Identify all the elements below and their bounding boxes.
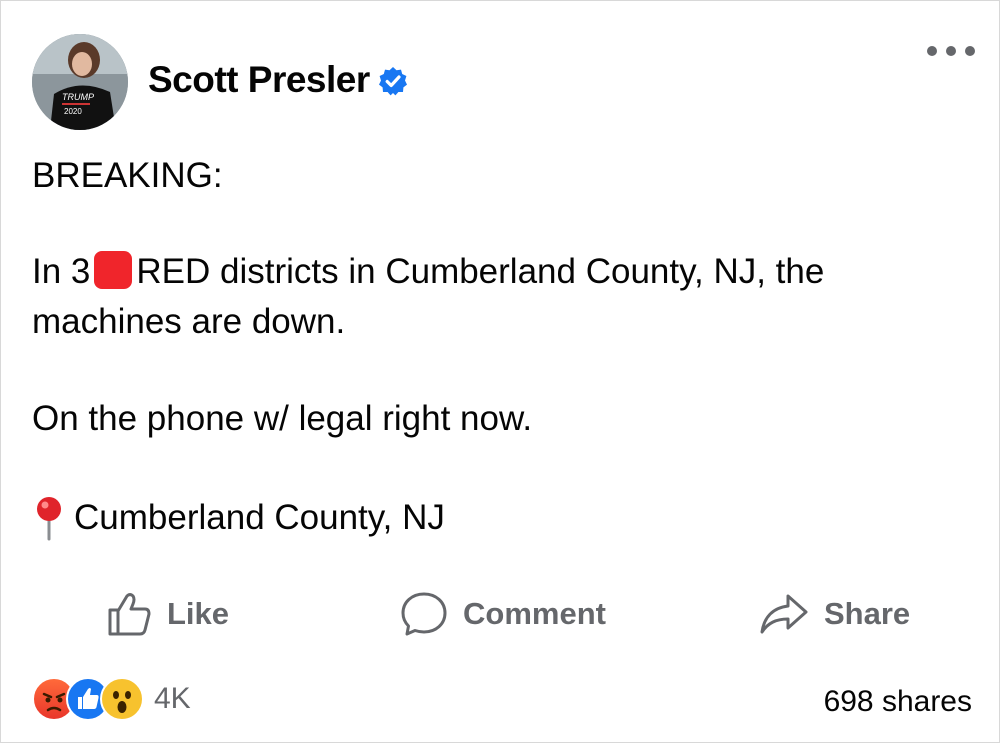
post-text-prefix: In 3	[32, 252, 91, 291]
avatar-photo: TRUMP 2020	[32, 34, 128, 130]
post-footer: 4K 698 shares	[32, 677, 972, 725]
location-text: Cumberland County, NJ	[74, 498, 445, 537]
more-options-icon[interactable]	[927, 41, 975, 61]
reaction-count: 4K	[154, 682, 191, 715]
post-text-paragraph: In 3 RED districts in Cumberland County, …	[32, 247, 932, 347]
dot	[946, 46, 956, 56]
svg-text:2020: 2020	[64, 107, 82, 116]
share-count[interactable]: 698 shares	[824, 685, 972, 719]
share-arrow-icon	[760, 594, 808, 634]
like-button[interactable]: Like	[105, 589, 229, 639]
verified-badge-icon	[378, 66, 408, 96]
comment-button[interactable]: Comment	[399, 589, 606, 639]
thumbs-up-icon	[108, 593, 151, 636]
svg-text:TRUMP: TRUMP	[62, 92, 94, 102]
author-row: Scott Presler	[148, 59, 408, 101]
post-text-legal: On the phone w/ legal right now.	[32, 399, 533, 438]
comment-bubble-icon	[401, 592, 447, 636]
round-pushpin-icon	[32, 495, 66, 541]
wow-reaction-icon	[100, 677, 144, 721]
post-text-breaking: BREAKING:	[32, 156, 223, 195]
facebook-post: TRUMP 2020 Scott Presler BREAKING: In 3R…	[0, 0, 1000, 743]
share-label: Share	[824, 596, 911, 631]
comment-label: Comment	[463, 596, 606, 631]
avatar[interactable]: TRUMP 2020	[32, 34, 128, 130]
post-text-body: RED districts in Cumberland County, NJ, …	[32, 252, 825, 341]
dot	[927, 46, 937, 56]
author-name[interactable]: Scott Presler	[148, 59, 370, 101]
dot	[965, 46, 975, 56]
red-square-emoji	[94, 251, 133, 289]
post-location: Cumberland County, NJ	[32, 493, 445, 543]
share-button[interactable]: Share	[758, 589, 910, 639]
reactions-summary[interactable]: 4K	[32, 677, 191, 721]
like-label: Like	[167, 596, 230, 631]
action-bar: Like Comment Share	[1, 583, 999, 645]
